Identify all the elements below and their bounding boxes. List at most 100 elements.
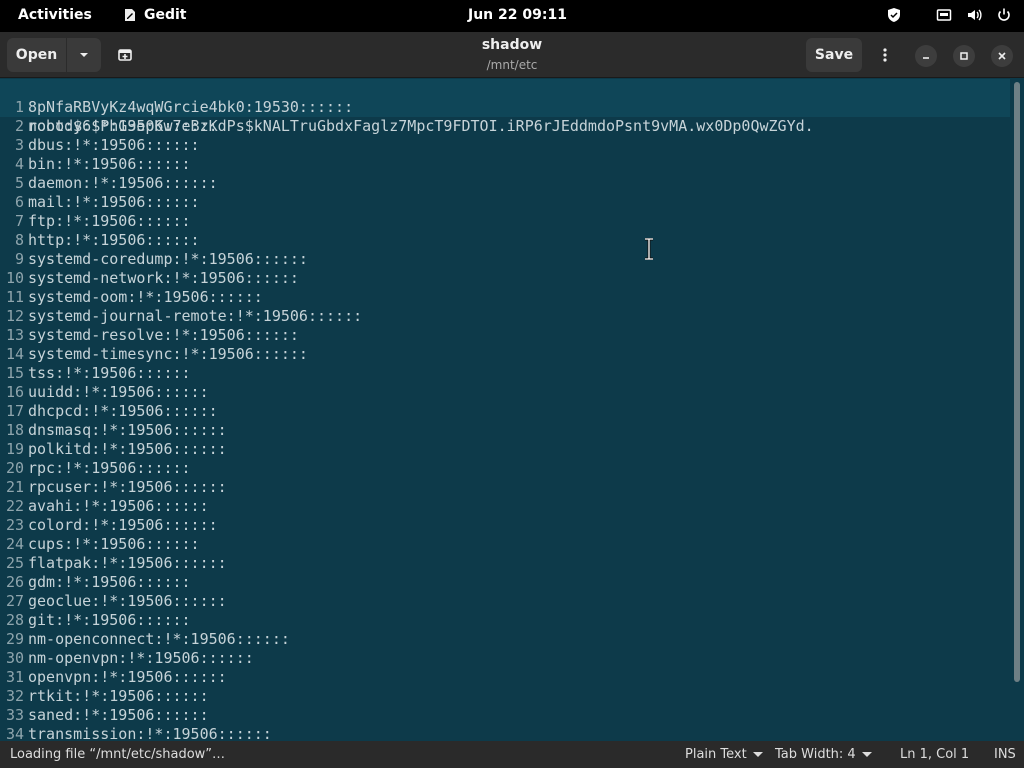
- shield-icon[interactable]: [886, 7, 902, 23]
- text-lines[interactable]: 1 root:$6$PhG3epKw7eBzKdPs$kNALTruGbdxFa…: [0, 79, 1010, 741]
- line-number: 34: [5, 725, 24, 741]
- power-icon[interactable]: [996, 7, 1012, 23]
- line-text[interactable]: nm-openconnect:!*:19506::::::: [28, 630, 290, 649]
- text-line[interactable]: 25 flatpak:!*:19506::::::: [0, 554, 1010, 573]
- text-line[interactable]: 10 systemd-network:!*:19506::::::: [0, 269, 1010, 288]
- line-text[interactable]: rpc:!*:19506::::::: [28, 459, 191, 478]
- text-line[interactable]: 8 http:!*:19506::::::: [0, 231, 1010, 250]
- text-line[interactable]: 17 dhcpcd:!*:19506::::::: [0, 402, 1010, 421]
- text-line[interactable]: 16 uuidd:!*:19506::::::: [0, 383, 1010, 402]
- minimize-button[interactable]: [915, 45, 937, 67]
- line-number: 27: [5, 592, 24, 610]
- line-number: 4: [14, 155, 24, 173]
- line-text[interactable]: systemd-timesync:!*:19506::::::: [28, 345, 308, 364]
- text-line[interactable]: 34 transmission:!*:19506::::::: [0, 725, 1010, 741]
- line-text[interactable]: git:!*:19506::::::: [28, 611, 191, 630]
- text-line[interactable]: 21 rpcuser:!*:19506::::::: [0, 478, 1010, 497]
- line-text[interactable]: colord:!*:19506::::::: [28, 516, 218, 535]
- line-text[interactable]: dhcpcd:!*:19506::::::: [28, 402, 218, 421]
- cursor-position[interactable]: Ln 1, Col 1: [900, 747, 969, 762]
- app-menu[interactable]: Gedit: [122, 7, 187, 23]
- text-line[interactable]: 2 nobody:!*:19506::::::: [0, 117, 1010, 136]
- insert-mode[interactable]: INS: [994, 747, 1016, 762]
- language-selector[interactable]: Plain Text: [685, 747, 763, 762]
- tab-width-selector[interactable]: Tab Width: 4: [775, 747, 872, 762]
- line-text[interactable]: tss:!*:19506::::::: [28, 364, 191, 383]
- line-text[interactable]: dnsmasq:!*:19506::::::: [28, 421, 227, 440]
- network-wired-icon[interactable]: [936, 7, 952, 23]
- line-number: 33: [5, 706, 24, 724]
- line-number: 22: [5, 497, 24, 515]
- line-number: 20: [5, 459, 24, 477]
- line-text[interactable]: mail:!*:19506::::::: [28, 193, 200, 212]
- line-text[interactable]: systemd-coredump:!*:19506::::::: [28, 250, 308, 269]
- line-text[interactable]: systemd-journal-remote:!*:19506::::::: [28, 307, 362, 326]
- text-line[interactable]: 6 mail:!*:19506::::::: [0, 193, 1010, 212]
- line-text[interactable]: http:!*:19506::::::: [28, 231, 200, 250]
- text-line[interactable]: 29 nm-openconnect:!*:19506::::::: [0, 630, 1010, 649]
- text-line[interactable]: 26 gdm:!*:19506::::::: [0, 573, 1010, 592]
- text-line[interactable]: 9 systemd-coredump:!*:19506::::::: [0, 250, 1010, 269]
- text-line[interactable]: 13 systemd-resolve:!*:19506::::::: [0, 326, 1010, 345]
- line-text[interactable]: systemd-network:!*:19506::::::: [28, 269, 299, 288]
- text-editor[interactable]: 1 root:$6$PhG3epKw7eBzKdPs$kNALTruGbdxFa…: [0, 78, 1024, 741]
- text-line[interactable]: 11 systemd-oom:!*:19506::::::: [0, 288, 1010, 307]
- line-text[interactable]: saned:!*:19506::::::: [28, 706, 209, 725]
- line-text[interactable]: uuidd:!*:19506::::::: [28, 383, 209, 402]
- language-label: Plain Text: [685, 747, 747, 762]
- document-title: shadow: [481, 37, 543, 53]
- line-text[interactable]: dbus:!*:19506::::::: [28, 136, 200, 155]
- clock[interactable]: Jun 22 09:11: [468, 7, 567, 23]
- text-line[interactable]: 3 dbus:!*:19506::::::: [0, 136, 1010, 155]
- line-number: 13: [5, 326, 24, 344]
- line-text[interactable]: systemd-resolve:!*:19506::::::: [28, 326, 299, 345]
- line-text[interactable]: transmission:!*:19506::::::: [28, 725, 272, 741]
- line-text[interactable]: geoclue:!*:19506::::::: [28, 592, 227, 611]
- text-line[interactable]: 22 avahi:!*:19506::::::: [0, 497, 1010, 516]
- line-text[interactable]: nm-openvpn:!*:19506::::::: [28, 649, 254, 668]
- line-text[interactable]: bin:!*:19506::::::: [28, 155, 191, 174]
- line-text[interactable]: nobody:!*:19506::::::: [28, 117, 218, 136]
- current-line[interactable]: 1 root:$6$PhG3epKw7eBzKdPs$kNALTruGbdxFa…: [0, 79, 1010, 135]
- save-button[interactable]: Save: [806, 38, 862, 72]
- text-line[interactable]: 28 git:!*:19506::::::: [0, 611, 1010, 630]
- line-text[interactable]: rtkit:!*:19506::::::: [28, 687, 209, 706]
- text-line[interactable]: 32 rtkit:!*:19506::::::: [0, 687, 1010, 706]
- line-text[interactable]: cups:!*:19506::::::: [28, 535, 200, 554]
- line-number: 1: [14, 98, 24, 116]
- text-line[interactable]: 27 geoclue:!*:19506::::::: [0, 592, 1010, 611]
- line-text[interactable]: avahi:!*:19506::::::: [28, 497, 209, 516]
- maximize-button[interactable]: [953, 45, 975, 67]
- text-line[interactable]: 7 ftp:!*:19506::::::: [0, 212, 1010, 231]
- text-cursor-ibeam-icon: [643, 237, 655, 261]
- line-text[interactable]: rpcuser:!*:19506::::::: [28, 478, 227, 497]
- text-line[interactable]: 31 openvpn:!*:19506::::::: [0, 668, 1010, 687]
- main-menu-button[interactable]: [872, 38, 898, 72]
- line-text[interactable]: gdm:!*:19506::::::: [28, 573, 191, 592]
- line-text[interactable]: flatpak:!*:19506::::::: [28, 554, 227, 573]
- text-line[interactable]: 33 saned:!*:19506::::::: [0, 706, 1010, 725]
- line-text[interactable]: ftp:!*:19506::::::: [28, 212, 191, 231]
- line-text[interactable]: daemon:!*:19506::::::: [28, 174, 218, 193]
- line-text-wrapped[interactable]: 8pNfaRBVyKz4wqWGrcie4bk0:19530::::::: [28, 98, 353, 117]
- line-text[interactable]: systemd-oom:!*:19506::::::: [28, 288, 263, 307]
- line-text[interactable]: polkitd:!*:19506::::::: [28, 440, 227, 459]
- text-line[interactable]: 14 systemd-timesync:!*:19506::::::: [0, 345, 1010, 364]
- line-text[interactable]: openvpn:!*:19506::::::: [28, 668, 227, 687]
- text-line[interactable]: 12 systemd-journal-remote:!*:19506::::::: [0, 307, 1010, 326]
- text-line[interactable]: 18 dnsmasq:!*:19506::::::: [0, 421, 1010, 440]
- system-tray[interactable]: [886, 7, 1012, 23]
- activities-button[interactable]: Activities: [18, 7, 92, 23]
- close-button[interactable]: [991, 45, 1013, 67]
- text-line[interactable]: 24 cups:!*:19506::::::: [0, 535, 1010, 554]
- text-line[interactable]: 4 bin:!*:19506::::::: [0, 155, 1010, 174]
- line-number: 11: [5, 288, 24, 306]
- text-line[interactable]: 30 nm-openvpn:!*:19506::::::: [0, 649, 1010, 668]
- vertical-scrollbar[interactable]: [1014, 82, 1020, 682]
- text-line[interactable]: 5 daemon:!*:19506::::::: [0, 174, 1010, 193]
- text-line[interactable]: 23 colord:!*:19506::::::: [0, 516, 1010, 535]
- text-line[interactable]: 15 tss:!*:19506::::::: [0, 364, 1010, 383]
- text-line[interactable]: 20 rpc:!*:19506::::::: [0, 459, 1010, 478]
- volume-icon[interactable]: [966, 7, 982, 23]
- text-line[interactable]: 19 polkitd:!*:19506::::::: [0, 440, 1010, 459]
